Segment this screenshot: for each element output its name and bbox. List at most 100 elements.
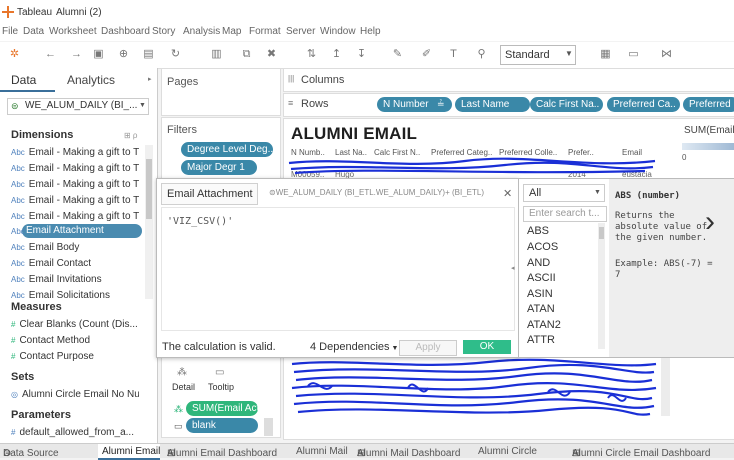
swap-icon[interactable]: ⇅ — [306, 49, 317, 60]
menu-dashboard[interactable]: Dashboard — [101, 26, 150, 37]
tooltip-icon[interactable]: ▭ — [215, 367, 224, 378]
redo-icon[interactable]: → — [71, 49, 82, 60]
dimension-item[interactable]: Abc Email - Making a gift to T... — [11, 211, 139, 222]
function-search-input[interactable]: Enter search t... — [523, 206, 607, 222]
measure-item[interactable]: # Contact Purpose — [11, 351, 139, 362]
measure-label: Contact Purpose — [19, 351, 94, 362]
row-pill[interactable]: Preferred — [683, 97, 734, 112]
function-item[interactable]: ASCII — [527, 272, 556, 284]
menu-format[interactable]: Format — [249, 26, 281, 37]
group-icon[interactable]: ✐ — [421, 49, 432, 60]
clear-sheet-icon[interactable]: ✖ — [266, 49, 277, 60]
dimensions-tools-icon[interactable]: ⊞ ρ — [124, 131, 137, 140]
menu-story[interactable]: Story — [152, 26, 175, 37]
columns-shelf[interactable]: ||| Columns — [283, 68, 734, 92]
dimension-item[interactable]: Abc Email Contact — [11, 258, 139, 269]
tableau-home-icon[interactable]: ✲ — [9, 49, 20, 60]
pane-menu-icon[interactable]: ▸ — [148, 75, 152, 83]
undo-icon[interactable]: ← — [45, 49, 56, 60]
datasource-selector[interactable]: ⊜ WE_ALUM_DAILY (BI_... ▼ — [7, 98, 149, 115]
share-icon[interactable]: ⋈ — [661, 49, 672, 60]
parameter-item[interactable]: # default_allowed_from_a... — [11, 427, 139, 438]
dimension-item[interactable]: Abc Email Body — [11, 242, 139, 253]
function-item[interactable]: ATAN — [527, 303, 555, 315]
pages-shelf[interactable]: Pages — [161, 68, 281, 116]
function-item[interactable]: ACOS — [527, 241, 558, 253]
menu-analysis[interactable]: Analysis — [183, 26, 220, 37]
tab-analytics[interactable]: Analytics — [67, 73, 115, 87]
scroll-thumb[interactable] — [599, 227, 604, 239]
new-worksheet-icon[interactable]: ▤ — [143, 49, 154, 60]
filter-pill[interactable]: Degree Level Deg... — [181, 142, 273, 157]
menu-server[interactable]: Server — [286, 26, 315, 37]
detail-label[interactable]: Detail — [172, 382, 195, 392]
new-datasource-icon[interactable]: ⊕ — [118, 49, 129, 60]
dimension-pill[interactable]: blank — [186, 418, 258, 433]
dimension-item[interactable]: Abc Email Invitations — [11, 274, 139, 285]
filter-pill[interactable]: Major Degr 1 — [181, 160, 257, 175]
tab-alumni-email-active[interactable]: Alumni Email — [98, 444, 160, 460]
function-item[interactable]: ABS — [527, 225, 549, 237]
dimensions-scrollbar[interactable] — [145, 145, 153, 299]
dimension-item[interactable]: Abc Email - Making a gift to T... — [11, 163, 139, 174]
tab-alumni-circle[interactable]: Alumni Circle — [478, 446, 537, 457]
row-pill[interactable]: Preferred Ca.. — [607, 97, 680, 112]
function-item[interactable]: ASIN — [527, 288, 553, 300]
chevron-right-icon[interactable]: › — [705, 205, 715, 239]
menu-help[interactable]: Help — [360, 26, 381, 37]
sort-asc-icon[interactable]: ↥ — [331, 49, 342, 60]
sort-desc-icon[interactable]: ↧ — [356, 49, 367, 60]
ok-button[interactable]: OK — [463, 340, 511, 354]
refresh-icon[interactable]: ↻ — [170, 49, 181, 60]
marks-scrollbar[interactable] — [264, 418, 273, 436]
show-cards-icon[interactable]: ▦ — [600, 49, 611, 60]
dimension-item[interactable]: Abc Email Solicitations — [11, 290, 139, 298]
abc-icon: Abc — [11, 259, 25, 268]
scroll-thumb[interactable] — [146, 159, 152, 219]
dimension-item[interactable]: Abc Email - Making a gift to T... — [11, 147, 139, 158]
tooltip-label[interactable]: Tooltip — [208, 382, 234, 392]
close-icon[interactable]: ✕ — [503, 187, 512, 200]
calc-name-field[interactable]: Email Attachment — [161, 183, 258, 205]
tab-alumni-mail[interactable]: Alumni Mail — [296, 446, 348, 457]
function-item[interactable]: AND — [527, 257, 550, 269]
pause-updates-icon[interactable]: ▥ — [211, 49, 222, 60]
measure-item[interactable]: # Contact Method — [11, 335, 139, 346]
detail-icon[interactable]: ⁂ — [177, 367, 187, 378]
set-item[interactable]: ◎ Alumni Circle Email No Nulls — [11, 389, 139, 400]
measure-pill[interactable]: SUM(Email Act... — [186, 401, 258, 416]
presentation-icon[interactable]: ▭ — [628, 49, 639, 60]
function-item[interactable]: ATAN2 — [527, 319, 561, 331]
collapse-panel-icon[interactable]: ◂ — [511, 264, 515, 272]
dimension-item[interactable]: Abc Email - Making a gift to T... — [11, 195, 139, 206]
save-icon[interactable]: ▣ — [93, 49, 104, 60]
menu-map[interactable]: Map — [222, 26, 241, 37]
dimension-item[interactable]: Abc Email - Making a gift to T... — [11, 179, 139, 190]
fit-dropdown[interactable]: Standard ▼ — [500, 45, 576, 65]
parameter-icon: # — [11, 428, 16, 437]
dimension-label: Email - Making a gift to T... — [28, 195, 139, 206]
dependencies-dropdown[interactable]: 4 Dependencies ▼ — [310, 341, 398, 353]
dimension-label: Email - Making a gift to T... — [28, 147, 139, 158]
row-pill[interactable]: Calc First Na.. — [530, 97, 603, 112]
menu-file[interactable]: File — [2, 26, 18, 37]
dimension-label: Email Contact — [28, 258, 92, 269]
labels-icon[interactable]: T — [448, 49, 459, 60]
formula-editor[interactable]: 'VIZ_CSV()' — [161, 207, 515, 331]
tab-data[interactable]: Data — [0, 68, 55, 92]
pin-icon[interactable]: ⚲ — [476, 49, 487, 60]
duplicate-icon[interactable]: ⧉ — [241, 49, 252, 60]
measure-item[interactable]: # Clear Blanks (Count (Dis... — [11, 319, 139, 330]
dimension-item-selected[interactable]: Email Attachment — [22, 224, 142, 238]
highlight-icon[interactable]: ✎ — [392, 49, 403, 60]
menu-data[interactable]: Data — [23, 26, 44, 37]
fit-dropdown-value: Standard — [505, 49, 550, 61]
menu-worksheet[interactable]: Worksheet — [49, 26, 97, 37]
dimension-label: Email - Making a gift to T... — [28, 163, 139, 174]
function-item[interactable]: ATTR — [527, 334, 555, 346]
row-pill[interactable]: Last Name — [455, 97, 530, 112]
apply-button[interactable]: Apply — [399, 340, 457, 356]
function-list-scrollbar[interactable] — [598, 223, 605, 349]
menu-window[interactable]: Window — [320, 26, 356, 37]
function-category-select[interactable]: All ▼ — [523, 184, 605, 202]
